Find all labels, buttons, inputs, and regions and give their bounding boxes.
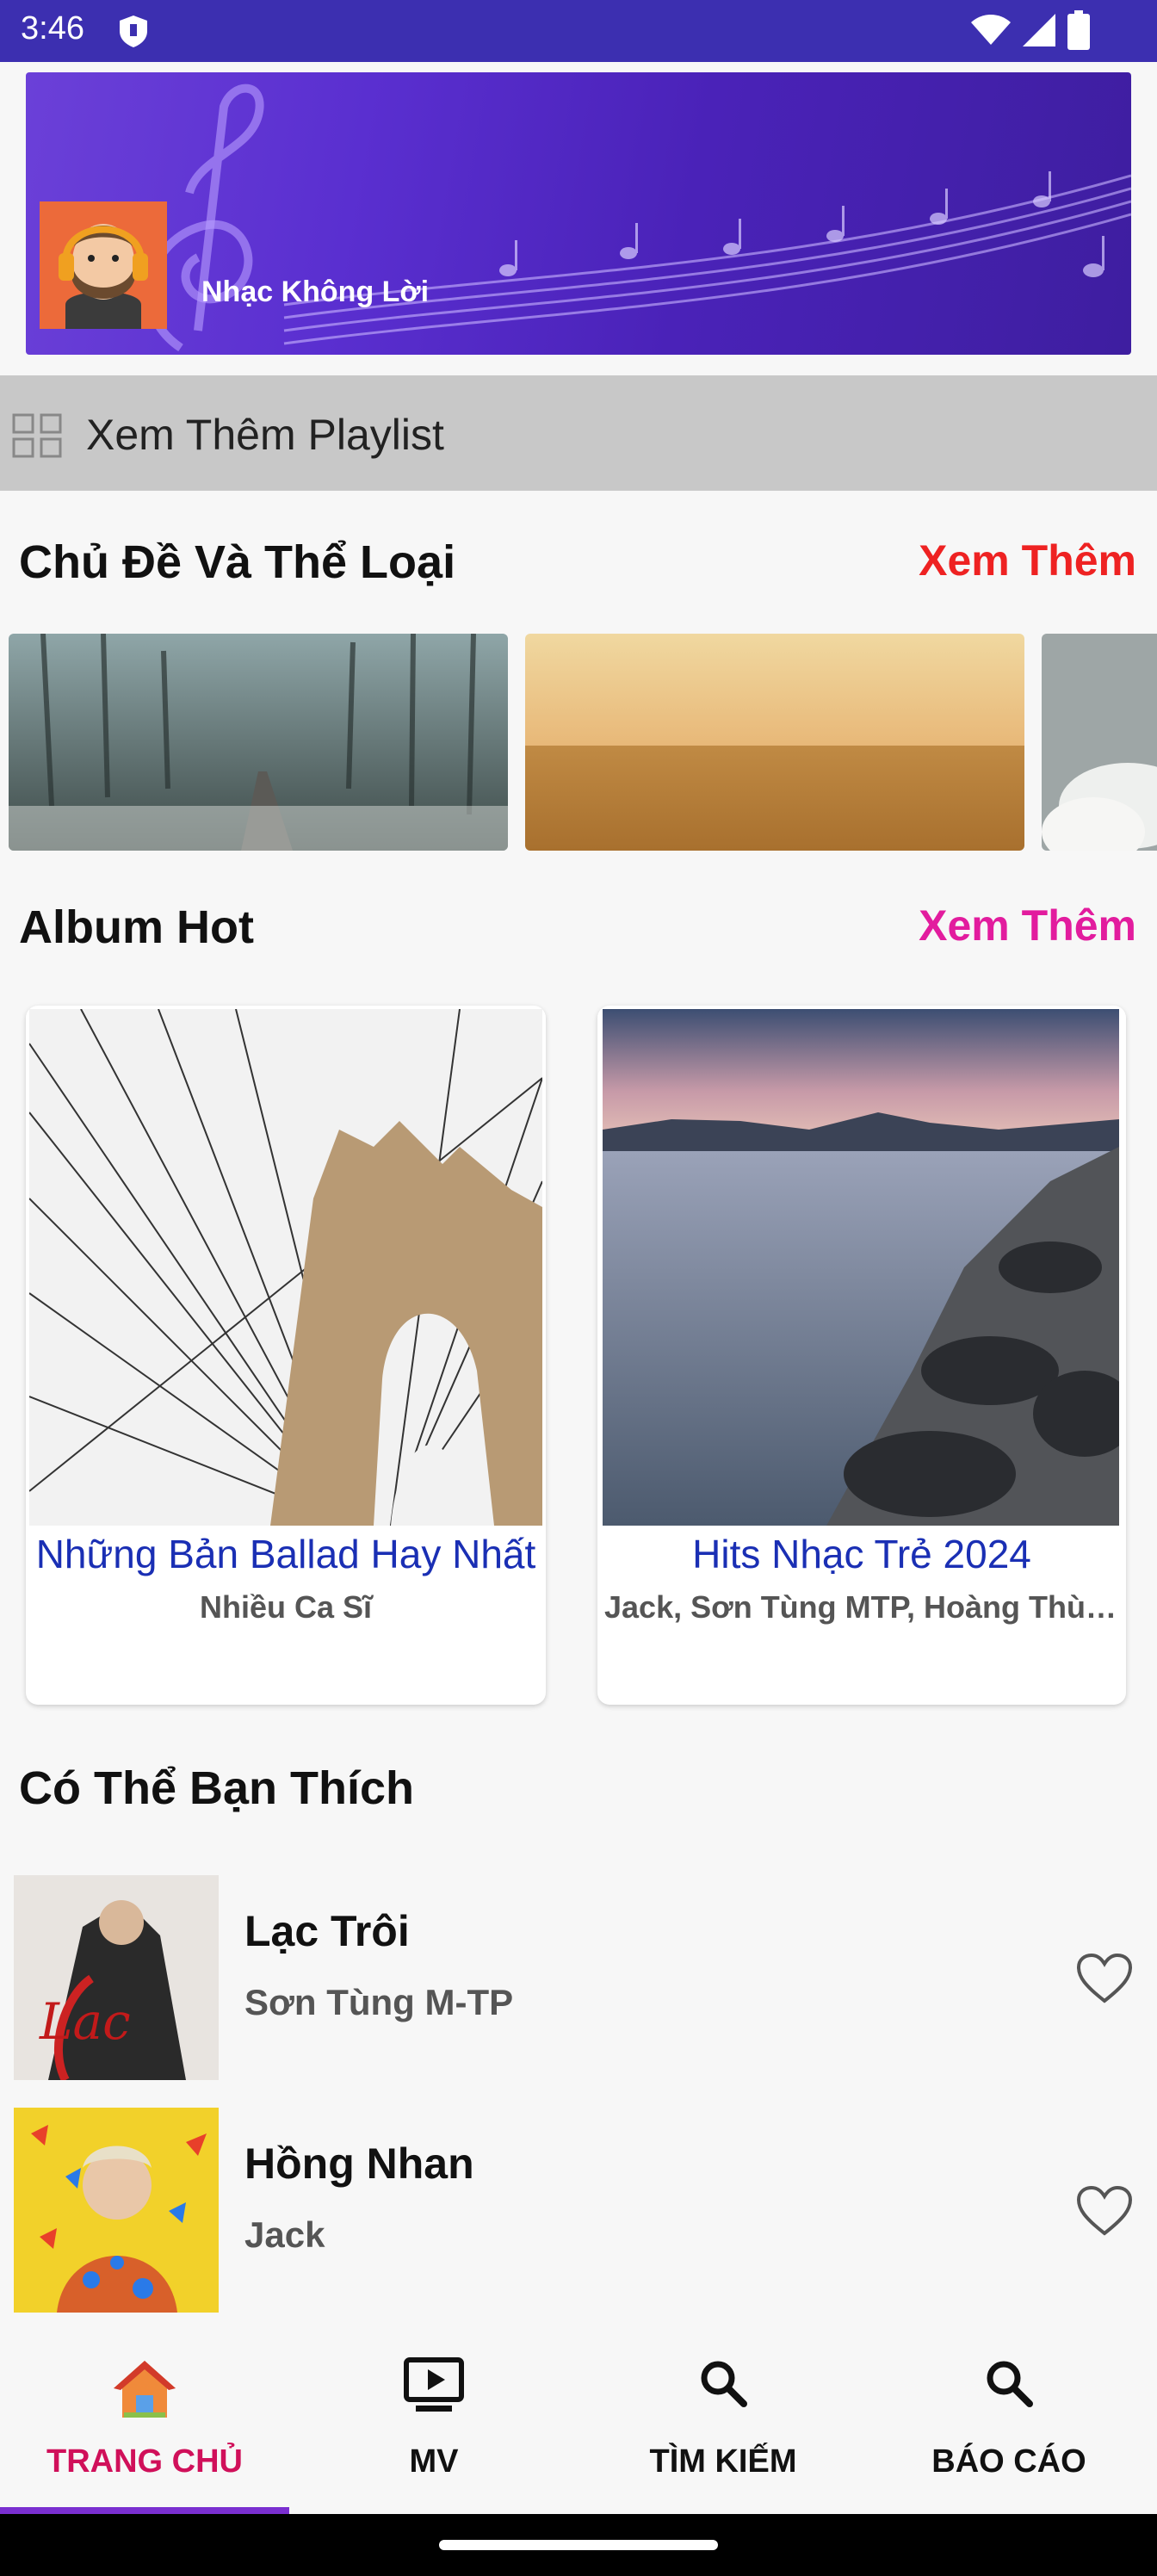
nav-tab-home[interactable]: TRANG CHỦ xyxy=(0,2325,289,2511)
tv-play-icon xyxy=(404,2357,464,2412)
clouds-image xyxy=(1042,634,1157,851)
genres-section-title: Chủ Đề Và Thể Loại xyxy=(19,536,456,588)
albums-section-title: Album Hot xyxy=(19,901,254,953)
shield-icon xyxy=(120,15,147,47)
album-title: Hits Nhạc Trẻ 2024 xyxy=(692,1532,1031,1576)
album-card[interactable]: Những Bản Ballad Hay Nhất Nhiều Ca Sĩ xyxy=(26,1006,546,1705)
album-artist: Nhiều Ca Sĩ xyxy=(199,1589,373,1625)
nav-tab-report[interactable]: BÁO CÁO xyxy=(864,2325,1154,2511)
wifi-icon xyxy=(971,15,1011,45)
song-row[interactable]: Lac Lạc Trôi Sơn Tùng M-TP xyxy=(0,1875,1157,2090)
avatar-illustration xyxy=(40,201,167,329)
nav-label: TRANG CHỦ xyxy=(46,2443,243,2480)
svg-text:Lac: Lac xyxy=(39,1992,131,2051)
hong-nhan-cover-image xyxy=(14,2108,219,2313)
home-icon xyxy=(114,2361,176,2418)
app-screen: 3:46 Nhạc Không Lời Xem Thêm Playlist Ch… xyxy=(0,0,1157,2576)
heart-icon[interactable] xyxy=(1076,1953,1133,2004)
album-artist: Jack, Sơn Tùng MTP, Hoàng Thùy Linh xyxy=(604,1589,1119,1625)
album-card[interactable]: Hits Nhạc Trẻ 2024 Jack, Sơn Tùng MTP, H… xyxy=(597,1006,1126,1705)
search-icon xyxy=(987,2361,1033,2407)
nav-tab-search[interactable]: TÌM KIẾM xyxy=(578,2325,868,2511)
genre-thumbnail[interactable] xyxy=(9,634,508,851)
active-tab-indicator xyxy=(0,2507,289,2514)
lake-coast-image xyxy=(603,1009,1119,1526)
album-title: Những Bản Ballad Hay Nhất xyxy=(35,1532,536,1576)
more-playlists-label: Xem Thêm Playlist xyxy=(86,411,444,459)
featured-banner[interactable]: Nhạc Không Lời xyxy=(26,72,1131,355)
suggest-section-title: Có Thể Bạn Thích xyxy=(19,1762,414,1814)
signal-icon xyxy=(1023,14,1055,46)
search-icon xyxy=(701,2361,747,2407)
nav-label: TÌM KIẾM xyxy=(649,2443,797,2480)
bridge-image xyxy=(29,1009,542,1526)
albums-see-more-link[interactable]: Xem Thêm xyxy=(919,901,1136,951)
status-bar: 3:46 xyxy=(0,0,1157,62)
song-row[interactable]: Hồng Nhan Jack xyxy=(0,2108,1157,2323)
nav-label: MV xyxy=(409,2443,459,2480)
battery-icon xyxy=(1067,10,1090,50)
heart-icon[interactable] xyxy=(1076,2185,1133,2237)
banner-title: Nhạc Không Lời xyxy=(201,276,430,308)
song-title: Lạc Trôi xyxy=(244,1907,410,1955)
grid-icon xyxy=(12,413,62,458)
song-title: Hồng Nhan xyxy=(244,2139,474,2188)
genre-thumbnail[interactable] xyxy=(525,634,1024,851)
song-cover xyxy=(14,2108,219,2313)
genres-see-more-link[interactable]: Xem Thêm xyxy=(919,536,1136,585)
nav-tab-mv[interactable]: MV xyxy=(289,2325,578,2511)
artist-avatar xyxy=(40,201,167,329)
genre-thumbnail[interactable] xyxy=(1042,634,1157,851)
lac-troi-cover-image: Lac xyxy=(14,1875,219,2080)
status-time: 3:46 xyxy=(21,10,84,46)
song-cover: Lac xyxy=(14,1875,219,2080)
home-gesture-handle[interactable] xyxy=(439,2540,718,2550)
desert-image xyxy=(525,634,1024,851)
nav-label: BÁO CÁO xyxy=(931,2443,1086,2480)
song-artist: Sơn Tùng M-TP xyxy=(244,1982,514,2022)
foggy-forest-image xyxy=(9,634,508,851)
music-notes-decoration xyxy=(145,84,1131,352)
song-artist: Jack xyxy=(244,2214,325,2255)
